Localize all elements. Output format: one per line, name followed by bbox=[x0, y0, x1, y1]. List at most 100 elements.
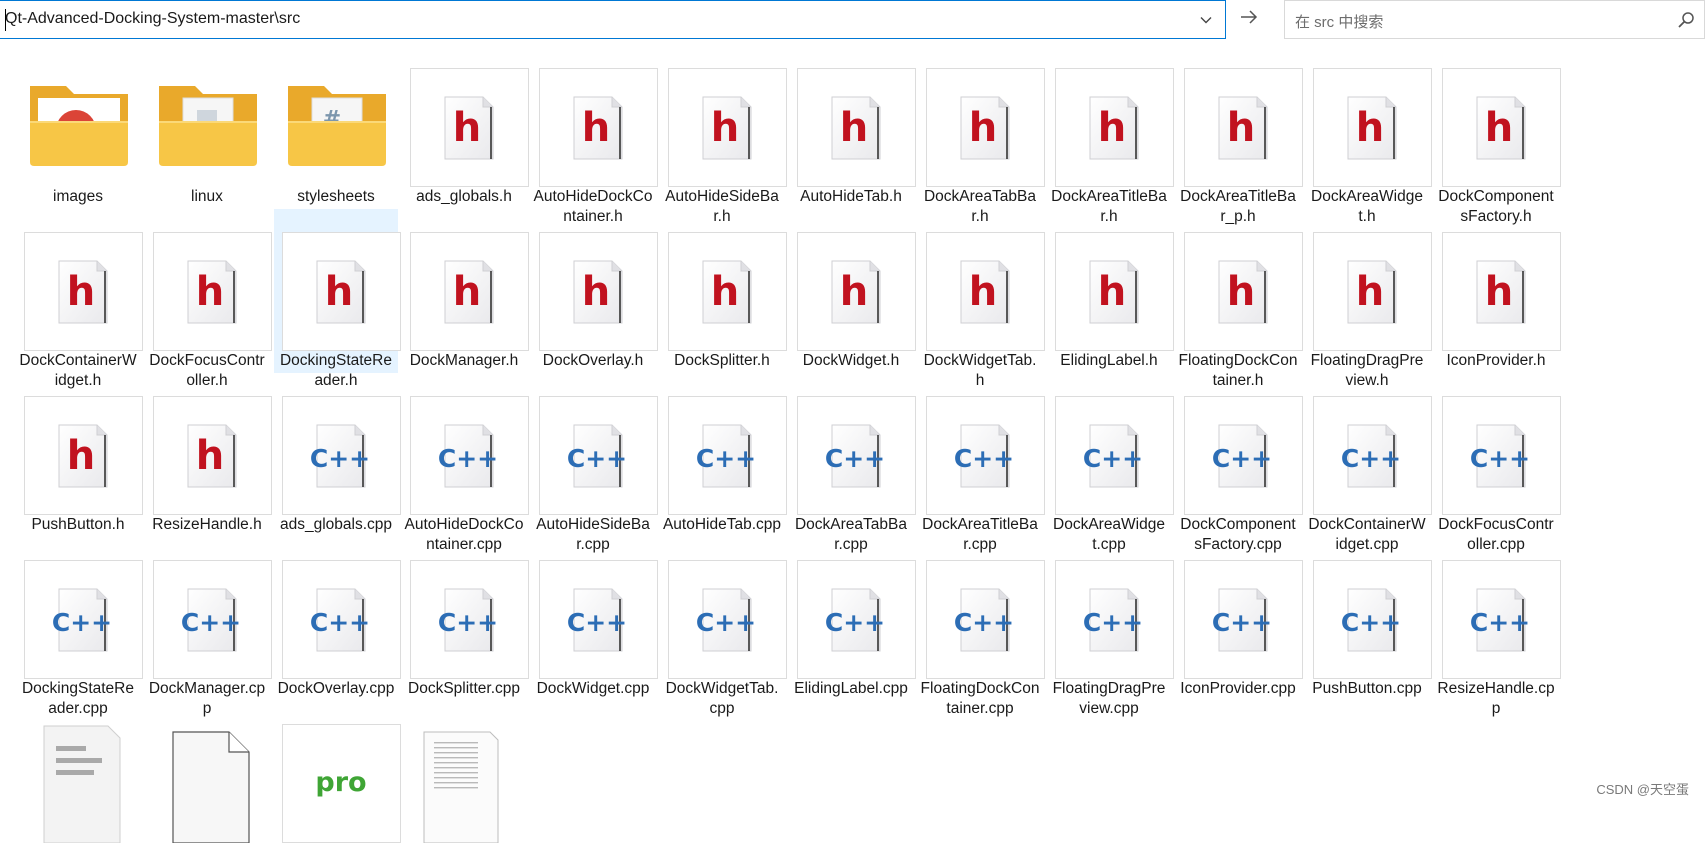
address-bar[interactable]: Qt-Advanced-Docking-System-master\src bbox=[0, 0, 1226, 39]
blank-file-icon bbox=[153, 724, 272, 843]
file-item[interactable]: C++ DockWidget.cpp bbox=[531, 537, 658, 701]
svg-text:h: h bbox=[196, 269, 224, 315]
cpp-file-icon: C++ bbox=[24, 560, 143, 679]
folder-item[interactable]: images bbox=[16, 45, 140, 209]
cpp-file-icon: C++ bbox=[282, 560, 401, 679]
file-item[interactable]: C++ DockOverlay.cpp bbox=[274, 537, 401, 701]
svg-text:C++: C++ bbox=[696, 444, 756, 473]
svg-text:C++: C++ bbox=[1083, 608, 1143, 637]
svg-text:h: h bbox=[840, 105, 868, 151]
file-item[interactable]: h ads_globals.h bbox=[402, 45, 529, 209]
header-file-icon: h bbox=[410, 68, 529, 187]
file-item[interactable]: h DockWidget.h bbox=[789, 209, 916, 373]
file-item[interactable]: C++ ads_globals.cpp bbox=[274, 373, 401, 537]
file-item[interactable]: h DockWidgetTab.h bbox=[918, 209, 1045, 389]
file-item[interactable]: C++ DockingStateReader.cpp bbox=[16, 537, 143, 717]
item-label: DockOverlay.h bbox=[542, 352, 644, 369]
file-item[interactable]: C++ FloatingDragPreview.cpp bbox=[1047, 537, 1174, 717]
file-item[interactable]: C++ ResizeHandle.cpp bbox=[1434, 537, 1561, 717]
address-path[interactable]: Qt-Advanced-Docking-System-master\src bbox=[5, 10, 300, 28]
file-item[interactable]: C++ DockFocusController.cpp bbox=[1434, 373, 1561, 553]
search-box[interactable]: 在 src 中搜索 bbox=[1284, 0, 1705, 39]
file-item[interactable]: C++ DockComponentsFactory.cpp bbox=[1176, 373, 1303, 553]
svg-text:h: h bbox=[67, 433, 95, 479]
file-item[interactable]: C++ DockAreaTabBar.cpp bbox=[789, 373, 916, 553]
file-item[interactable]: C++ ElidingLabel.cpp bbox=[789, 537, 916, 701]
svg-text:h: h bbox=[1356, 105, 1384, 151]
svg-text:C++: C++ bbox=[1083, 444, 1143, 473]
file-item[interactable]: h DockComponentsFactory.h bbox=[1434, 45, 1561, 225]
file-item[interactable]: h ResizeHandle.h bbox=[145, 373, 272, 537]
cpp-file-icon: C++ bbox=[1313, 560, 1432, 679]
file-item[interactable]: h DockAreaWidget.h bbox=[1305, 45, 1432, 225]
cpp-file-icon: C++ bbox=[410, 560, 529, 679]
item-label: IconProvider.h bbox=[1446, 352, 1546, 369]
file-item[interactable]: h FloatingDockContainer.h bbox=[1176, 209, 1303, 389]
folder-item[interactable]: linux bbox=[145, 45, 269, 209]
file-item[interactable]: h AutoHideSideBar.h bbox=[660, 45, 787, 225]
file-item[interactable]: pro bbox=[274, 701, 401, 865]
file-item[interactable]: h AutoHideDockContainer.h bbox=[531, 45, 658, 225]
svg-text:h: h bbox=[969, 105, 997, 151]
svg-text:h: h bbox=[1227, 105, 1255, 151]
svg-text:h: h bbox=[1098, 269, 1126, 315]
file-item[interactable]: C++ IconProvider.cpp bbox=[1176, 537, 1303, 701]
file-item[interactable]: C++ DockContainerWidget.cpp bbox=[1305, 373, 1432, 553]
svg-text:C++: C++ bbox=[438, 608, 498, 637]
file-item[interactable]: h AutoHideTab.h bbox=[789, 45, 916, 209]
item-label: ads_globals.cpp bbox=[279, 516, 393, 533]
file-item[interactable]: C++ DockSplitter.cpp bbox=[402, 537, 529, 701]
header-file-icon: h bbox=[1442, 68, 1561, 187]
file-item[interactable]: C++ DockWidgetTab.cpp bbox=[660, 537, 787, 717]
header-file-icon: h bbox=[1055, 232, 1174, 351]
file-item[interactable]: h DockManager.h bbox=[402, 209, 529, 373]
header-file-icon: h bbox=[1055, 68, 1174, 187]
cpp-file-icon: C++ bbox=[1055, 396, 1174, 515]
file-item[interactable]: h DockContainerWidget.h bbox=[16, 209, 143, 389]
file-item[interactable]: C++ AutoHideDockContainer.cpp bbox=[402, 373, 529, 553]
file-item[interactable]: h DockAreaTitleBar_p.h bbox=[1176, 45, 1303, 225]
file-item[interactable]: h DockFocusController.h bbox=[145, 209, 272, 389]
file-item[interactable]: h IconProvider.h bbox=[1434, 209, 1561, 373]
file-item[interactable]: h ElidingLabel.h bbox=[1047, 209, 1174, 373]
cpp-file-icon: C++ bbox=[153, 560, 272, 679]
cpp-file-icon: C++ bbox=[1313, 396, 1432, 515]
file-item[interactable]: C++ DockAreaTitleBar.cpp bbox=[918, 373, 1045, 553]
cpp-file-icon: C++ bbox=[797, 396, 916, 515]
header-file-icon: h bbox=[926, 232, 1045, 351]
file-item[interactable]: C++ DockManager.cpp bbox=[145, 537, 272, 717]
qt-project-file-icon: pro bbox=[282, 724, 401, 843]
file-item[interactable] bbox=[145, 701, 269, 865]
header-file-icon: h bbox=[1184, 68, 1303, 187]
file-item[interactable]: C++ DockAreaWidget.cpp bbox=[1047, 373, 1174, 553]
file-item[interactable]: h PushButton.h bbox=[16, 373, 143, 537]
chevron-down-icon[interactable] bbox=[1195, 9, 1217, 31]
search-input[interactable]: 在 src 中搜索 bbox=[1295, 11, 1383, 32]
file-item[interactable]: C++ PushButton.cpp bbox=[1305, 537, 1432, 701]
text-cursor bbox=[5, 9, 6, 31]
folder-item[interactable]: # stylesheets bbox=[274, 45, 398, 209]
file-item[interactable]: h DockingStateReader.h bbox=[274, 209, 401, 389]
header-file-icon: h bbox=[539, 232, 658, 351]
svg-text:h: h bbox=[711, 269, 739, 315]
item-label: ResizeHandle.cpp bbox=[1437, 680, 1555, 717]
header-file-icon: h bbox=[24, 396, 143, 515]
svg-text:h: h bbox=[1356, 269, 1384, 315]
file-item[interactable]: h DockSplitter.h bbox=[660, 209, 787, 373]
file-item[interactable]: h DockOverlay.h bbox=[531, 209, 658, 373]
go-button[interactable] bbox=[1228, 0, 1270, 39]
file-item[interactable]: h FloatingDragPreview.h bbox=[1305, 209, 1432, 389]
cpp-file-icon: C++ bbox=[282, 396, 401, 515]
file-item[interactable]: C++ AutoHideSideBar.cpp bbox=[531, 373, 658, 553]
svg-text:h: h bbox=[969, 269, 997, 315]
file-item[interactable]: C++ FloatingDockContainer.cpp bbox=[918, 537, 1045, 717]
file-item[interactable] bbox=[402, 701, 526, 865]
file-item[interactable]: h DockAreaTabBar.h bbox=[918, 45, 1045, 225]
file-item[interactable]: C++ AutoHideTab.cpp bbox=[660, 373, 787, 537]
file-item[interactable] bbox=[16, 701, 140, 865]
svg-text:h: h bbox=[1485, 105, 1513, 151]
navigation-bar: Qt-Advanced-Docking-System-master\src 在 … bbox=[0, 0, 1705, 41]
search-icon[interactable] bbox=[1676, 10, 1696, 30]
svg-text:C++: C++ bbox=[1212, 444, 1272, 473]
file-item[interactable]: h DockAreaTitleBar.h bbox=[1047, 45, 1174, 225]
